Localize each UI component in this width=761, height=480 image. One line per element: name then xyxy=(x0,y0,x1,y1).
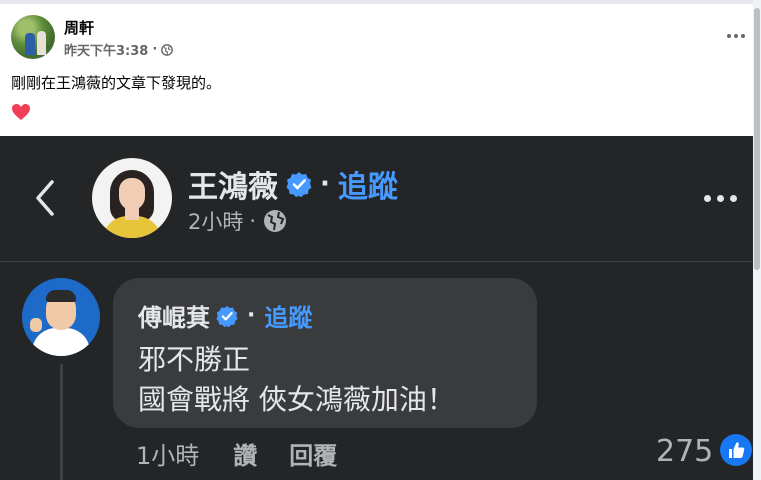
comment-bubble: 傅崐萁 · 追蹤 邪不勝正 國會戰將 俠女鴻薇加油！ xyxy=(113,278,537,428)
back-chevron-icon[interactable] xyxy=(30,178,60,218)
embedded-screenshot: 王鴻薇 · 追蹤 2小時 · 傅崐萁 · 追蹤 邪不勝正 國會戰將 俠女鴻薇加油… xyxy=(0,136,753,480)
commenter-row: 傅崐萁 · 追蹤 xyxy=(138,298,312,333)
page-post-meta: 2小時 · xyxy=(188,206,288,236)
commenter-separator: · xyxy=(247,303,256,328)
page-post-time[interactable]: 2小時 xyxy=(188,206,243,236)
comment-time[interactable]: 1小時 xyxy=(136,436,199,471)
like-count[interactable]: 275 xyxy=(656,434,713,469)
embedded-more-options-icon[interactable] xyxy=(700,188,740,208)
like-button[interactable]: 讚 xyxy=(233,436,257,471)
globe-icon xyxy=(161,43,174,56)
follow-page-button[interactable]: 追蹤 xyxy=(338,162,398,206)
comment-text-line: 國會戰將 俠女鴻薇加油！ xyxy=(138,383,455,416)
post-text: 剛剛在王鴻薇的文章下發現的。 xyxy=(11,74,222,92)
post-time[interactable]: 昨天下午3:38 xyxy=(64,40,148,59)
verified-badge-icon xyxy=(286,172,312,197)
author-avatar[interactable] xyxy=(11,15,55,59)
comment-text-line: 邪不勝正 xyxy=(138,343,251,376)
scrollbar-thumb[interactable] xyxy=(754,8,760,270)
name-separator: · xyxy=(320,169,330,199)
heart-icon xyxy=(12,104,30,120)
top-divider xyxy=(0,0,761,4)
reply-button[interactable]: 回覆 xyxy=(289,436,337,471)
page-meta-separator: · xyxy=(249,209,257,233)
embed-divider xyxy=(0,261,753,262)
page-avatar[interactable] xyxy=(92,158,172,238)
post-meta: 昨天下午3:38 · xyxy=(64,40,174,59)
commenter-avatar[interactable] xyxy=(22,278,100,356)
comment-actions: 1小時 讚 回覆 xyxy=(136,436,337,471)
verified-badge-icon xyxy=(216,305,238,327)
thread-line xyxy=(60,364,63,480)
meta-separator: · xyxy=(152,42,158,57)
post-header: 周軒 昨天下午3:38 · 剛剛在王鴻薇的文章下發現的。 xyxy=(0,0,761,136)
author-name[interactable]: 周軒 xyxy=(64,17,94,38)
globe-icon xyxy=(264,210,287,232)
follow-commenter-button[interactable]: 追蹤 xyxy=(264,298,312,333)
thumbs-up-icon xyxy=(720,434,752,466)
commenter-name[interactable]: 傅崐萁 xyxy=(138,298,210,333)
page-name-row: 王鴻薇 · 追蹤 xyxy=(188,162,398,206)
page-name[interactable]: 王鴻薇 xyxy=(188,162,278,206)
more-options-icon[interactable] xyxy=(724,26,748,46)
